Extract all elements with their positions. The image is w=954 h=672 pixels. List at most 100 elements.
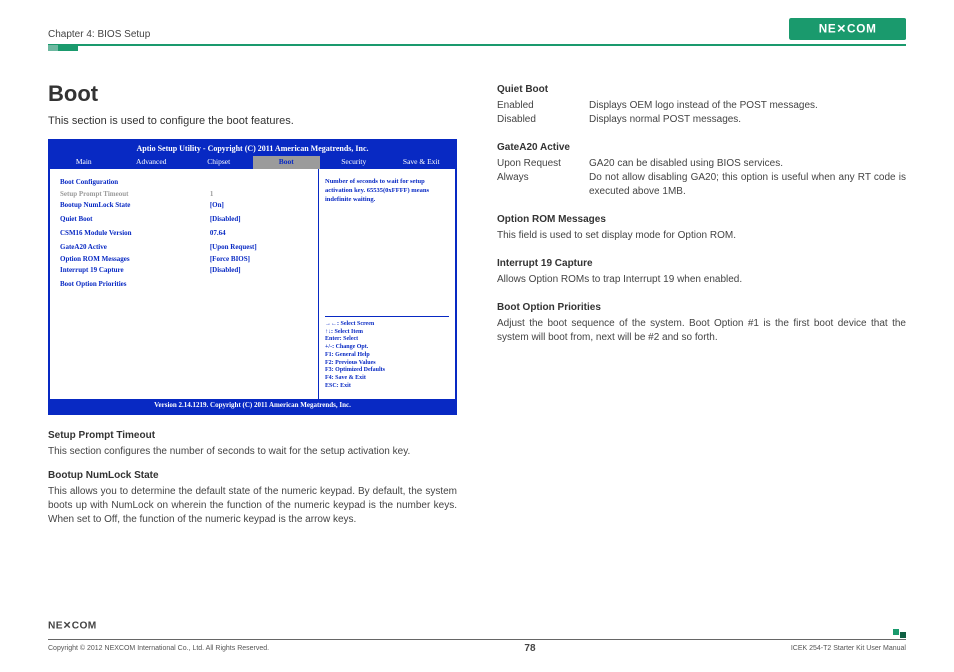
section-body: Allows Option ROMs to trap Interrupt 19 … — [497, 273, 906, 287]
bios-setting-value: [Upon Request] — [210, 242, 308, 254]
bios-tab-save-exit: Save & Exit — [388, 156, 456, 169]
right-section: Interrupt 19 Capture Allows Option ROMs t… — [497, 257, 906, 287]
definition-row: DisabledDisplays normal POST messages. — [497, 113, 906, 127]
bios-setting-label: Boot Configuration — [60, 177, 210, 189]
bios-tab-security: Security — [320, 156, 388, 169]
bios-tab-boot: Boot — [253, 156, 321, 169]
definition-desc: GA20 can be disabled using BIOS services… — [589, 157, 906, 171]
section-heading: Boot Option Priorities — [497, 301, 906, 315]
bios-setting-label: Setup Prompt Timeout — [60, 189, 210, 201]
bios-help-description: Number of seconds to wait for setup acti… — [325, 177, 449, 204]
bios-help-key-line: F3: Optimized Defaults — [325, 367, 449, 375]
bios-setting-label: CSM16 Module Version — [60, 228, 210, 240]
bios-setting-value: [Disabled] — [210, 265, 308, 277]
bios-title-bar: Aptio Setup Utility - Copyright (C) 2011… — [50, 141, 455, 156]
definition-term: Upon Request — [497, 157, 589, 171]
section-heading: GateA20 Active — [497, 141, 906, 155]
right-section: GateA20 Active Upon RequestGA20 can be di… — [497, 141, 906, 199]
definition-row: Upon RequestGA20 can be disabled using B… — [497, 157, 906, 171]
section-body: This section configures the number of se… — [48, 445, 457, 459]
bios-footer-bar: Version 2.14.1219. Copyright (C) 2011 Am… — [50, 399, 455, 413]
bios-tab-chipset: Chipset — [185, 156, 253, 169]
footer-manual-name: ICEK 254-T2 Starter Kit User Manual — [791, 645, 906, 652]
definition-row: EnabledDisplays OEM logo instead of the … — [497, 99, 906, 113]
bios-setting-row: Boot Configuration — [60, 177, 308, 189]
nexcom-logo-icon: NE✕COM — [789, 18, 906, 40]
bios-settings-table: Boot ConfigurationSetup Prompt Timeout1B… — [60, 177, 308, 291]
chapter-label: Chapter 4: BIOS Setup — [48, 29, 150, 40]
bios-setting-row: Bootup NumLock State[On] — [60, 200, 308, 212]
bios-help-key-line: F4: Save & Exit — [325, 375, 449, 383]
bios-right-panel: Number of seconds to wait for setup acti… — [319, 169, 455, 399]
right-section: Quiet Boot EnabledDisplays OEM logo inste… — [497, 83, 906, 127]
bios-help-key-line: ESC: Exit — [325, 383, 449, 391]
right-section: Option ROM Messages This field is used to… — [497, 213, 906, 243]
bios-setting-row: CSM16 Module Version07.64 — [60, 228, 308, 240]
section-heading: Quiet Boot — [497, 83, 906, 97]
definition-row: AlwaysDo not allow disabling GA20; this … — [497, 171, 906, 199]
bios-setting-row: Quiet Boot[Disabled] — [60, 214, 308, 226]
bios-help-key-line: F2: Previous Values — [325, 360, 449, 368]
section-heading: Interrupt 19 Capture — [497, 257, 906, 271]
section-body: This allows you to determine the default… — [48, 485, 457, 527]
bios-setting-value: [Disabled] — [210, 214, 308, 226]
page-number: 78 — [524, 643, 535, 654]
right-section: Boot Option Priorities Adjust the boot se… — [497, 301, 906, 345]
bios-setting-value: [On] — [210, 200, 308, 212]
definition-desc: Do not allow disabling GA20; this option… — [589, 171, 906, 199]
intro-text: This section is used to configure the bo… — [48, 114, 457, 129]
section-heading: Setup Prompt Timeout — [48, 429, 457, 443]
definition-term: Always — [497, 171, 589, 199]
bios-setting-value — [210, 177, 308, 189]
bios-help-key-line: F1: General Help — [325, 352, 449, 360]
bios-help-key-line: →←: Select Screen — [325, 321, 449, 329]
bios-body: Boot ConfigurationSetup Prompt Timeout1B… — [50, 169, 455, 399]
definition-desc: Displays OEM logo instead of the POST me… — [589, 99, 906, 113]
definition-term: Disabled — [497, 113, 589, 127]
left-text-sections: Setup Prompt Timeout This section configu… — [48, 429, 457, 527]
svg-text:NE✕COM: NE✕COM — [48, 621, 97, 632]
footer-squares-icon — [892, 629, 906, 635]
bios-setting-value: 07.64 — [210, 228, 308, 240]
right-text-sections: Quiet Boot EnabledDisplays OEM logo inste… — [497, 83, 906, 345]
definition-term: Enabled — [497, 99, 589, 113]
bios-setting-row: Option ROM Messages[Force BIOS] — [60, 254, 308, 266]
bios-setting-row: GateA20 Active[Upon Request] — [60, 242, 308, 254]
bios-tab-main: Main — [50, 156, 118, 169]
section-body: Adjust the boot sequence of the system. … — [497, 317, 906, 345]
bios-help-key-line: +/-: Change Opt. — [325, 344, 449, 352]
page-footer: NE✕COM Copyright © 2012 NEXCOM Internati… — [48, 639, 906, 654]
bios-setting-label: Option ROM Messages — [60, 254, 210, 266]
bios-tab-row: MainAdvancedChipsetBootSecuritySave & Ex… — [50, 156, 455, 169]
svg-text:NE✕COM: NE✕COM — [818, 23, 876, 36]
footer-logo-icon: NE✕COM — [48, 617, 135, 633]
bios-help-key-line: ↑↓: Select Item — [325, 329, 449, 337]
bios-setting-row: Interrupt 19 Capture[Disabled] — [60, 265, 308, 277]
header-accent-icon — [48, 45, 78, 51]
bios-setting-row: Boot Option Priorities — [60, 279, 308, 291]
bios-setting-label: GateA20 Active — [60, 242, 210, 254]
bios-tab-advanced: Advanced — [118, 156, 186, 169]
bios-help-keys: →←: Select Screen↑↓: Select ItemEnter: S… — [325, 316, 449, 391]
bios-screenshot: Aptio Setup Utility - Copyright (C) 2011… — [48, 139, 457, 414]
bios-setting-value: 1 — [210, 189, 308, 201]
bios-setting-label: Bootup NumLock State — [60, 200, 210, 212]
bios-setting-label: Quiet Boot — [60, 214, 210, 226]
left-column: Boot This section is used to configure t… — [48, 79, 457, 527]
section-body: This field is used to set display mode f… — [497, 229, 906, 243]
section-heading: Bootup NumLock State — [48, 469, 457, 483]
bios-setting-value: [Force BIOS] — [210, 254, 308, 266]
bios-setting-label: Interrupt 19 Capture — [60, 265, 210, 277]
footer-copyright: Copyright © 2012 NEXCOM International Co… — [48, 645, 269, 652]
bios-help-key-line: Enter: Select — [325, 336, 449, 344]
page-title: Boot — [48, 79, 457, 110]
section-heading: Option ROM Messages — [497, 213, 906, 227]
bios-setting-row: Setup Prompt Timeout1 — [60, 189, 308, 201]
right-column: Quiet Boot EnabledDisplays OEM logo inste… — [497, 79, 906, 527]
bios-setting-value — [210, 279, 308, 291]
bios-left-panel: Boot ConfigurationSetup Prompt Timeout1B… — [50, 169, 319, 399]
content-columns: Boot This section is used to configure t… — [48, 79, 906, 527]
definition-desc: Displays normal POST messages. — [589, 113, 906, 127]
page-header: Chapter 4: BIOS Setup NE✕COM — [48, 18, 906, 46]
bios-setting-label: Boot Option Priorities — [60, 279, 210, 291]
